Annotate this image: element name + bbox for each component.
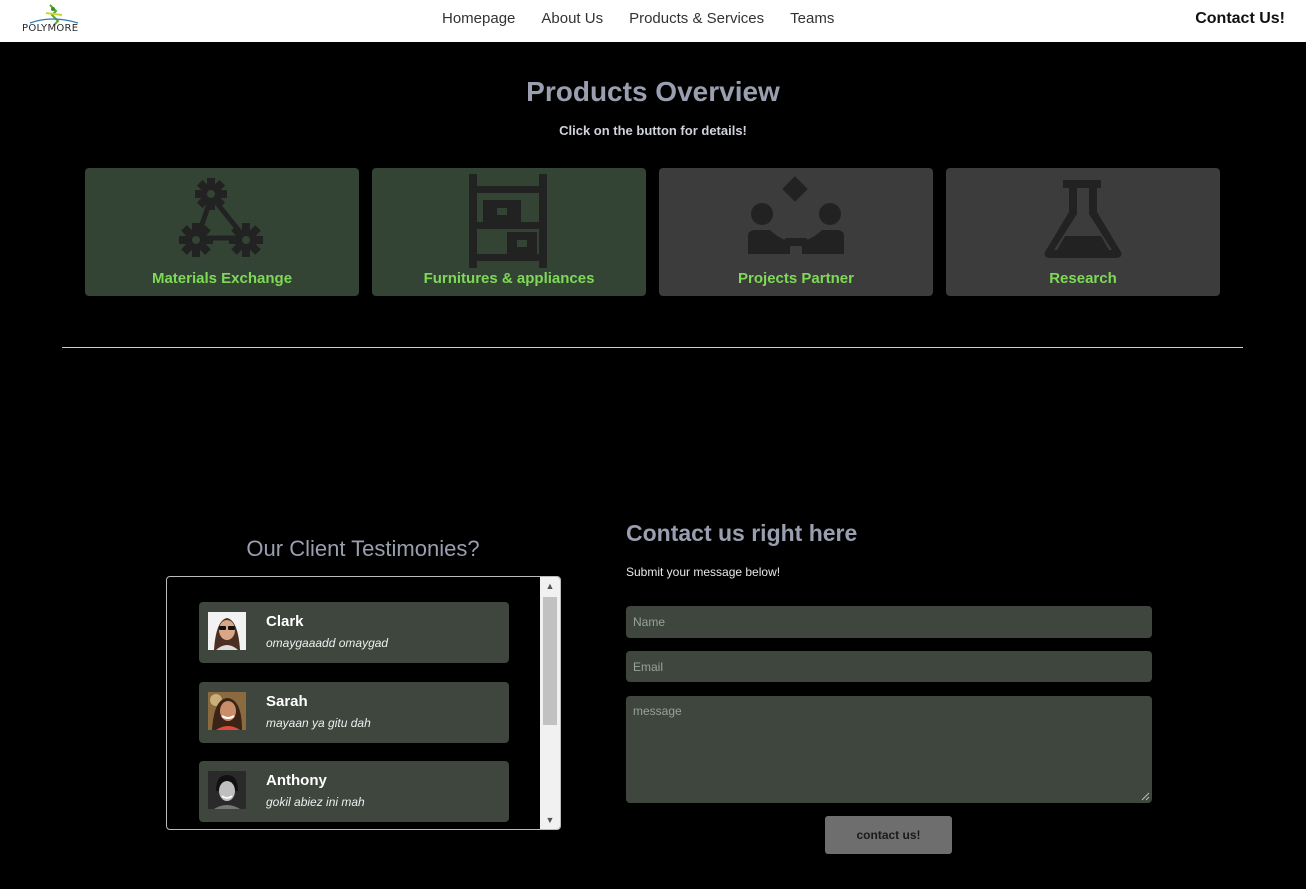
nav-link-products-services[interactable]: Products & Services — [629, 10, 764, 27]
testimony-card: Anthony gokil abiez ini mah — [199, 761, 509, 822]
card-label: Furnitures & appliances — [423, 270, 595, 287]
testimonies-scrollbar[interactable]: ▲ ▼ — [540, 577, 560, 829]
flask-icon — [1044, 180, 1122, 258]
testimony-card: Clark omaygaaadd omaygad — [199, 602, 509, 663]
avatar — [208, 612, 246, 650]
testimony-quote: omaygaaadd omaygad — [266, 636, 389, 650]
testimony-name: Clark — [266, 613, 304, 630]
testimony-name: Sarah — [266, 693, 308, 710]
polymore-logo[interactable]: POLYMORE — [20, 3, 84, 37]
top-navbar: POLYMORE Homepage About Us Products & Se… — [0, 0, 1306, 42]
resize-grip-icon[interactable] — [1140, 791, 1150, 801]
nav-links: Homepage About Us Products & Services Te… — [442, 10, 834, 27]
scroll-up-arrow-icon[interactable]: ▲ — [540, 577, 560, 595]
testimony-quote: mayaan ya gitu dah — [266, 716, 371, 730]
scroll-down-arrow-icon[interactable]: ▼ — [540, 811, 560, 829]
testimonies-scroll-box[interactable]: Clark omaygaaadd omaygad Sarah mayaan ya… — [166, 576, 561, 830]
shelf-icon — [469, 174, 547, 268]
testimony-name: Anthony — [266, 772, 327, 789]
products-title: Products Overview — [526, 76, 780, 107]
product-card-research[interactable]: Research — [946, 168, 1220, 296]
nav-link-homepage[interactable]: Homepage — [442, 10, 515, 27]
contact-subtitle: Submit your message below! — [626, 565, 781, 579]
contact-submit-button[interactable]: contact us! — [825, 816, 952, 854]
products-subtitle: Click on the button for details! — [559, 123, 747, 138]
testimony-quote: gokil abiez ini mah — [266, 795, 365, 809]
contact-title: Contact us right here — [626, 520, 858, 546]
testimony-card: Sarah mayaan ya gitu dah — [199, 682, 509, 743]
nav-link-teams[interactable]: Teams — [790, 10, 834, 27]
section-divider — [62, 347, 1243, 348]
product-card-projects-partner[interactable]: Projects Partner — [659, 168, 933, 296]
testimonies-title: Our Client Testimonies? — [246, 536, 480, 561]
handshake-icon — [748, 176, 844, 254]
product-card-materials-exchange[interactable]: Materials Exchange — [85, 168, 359, 296]
card-label: Research — [1049, 270, 1117, 287]
product-card-furnitures-appliances[interactable]: Furnitures & appliances — [372, 168, 646, 296]
card-label: Materials Exchange — [151, 270, 293, 287]
card-label: Projects Partner — [738, 270, 854, 287]
avatar — [208, 692, 246, 730]
gears-network-icon — [179, 178, 263, 257]
email-field[interactable] — [626, 651, 1152, 682]
logo-text: POLYMORE — [22, 23, 79, 34]
nav-link-about-us[interactable]: About Us — [541, 10, 603, 27]
scroll-thumb[interactable] — [543, 597, 557, 725]
avatar — [208, 771, 246, 809]
message-field[interactable] — [626, 696, 1152, 803]
name-field[interactable] — [626, 606, 1152, 638]
nav-contact-link[interactable]: Contact Us! — [1195, 10, 1285, 28]
